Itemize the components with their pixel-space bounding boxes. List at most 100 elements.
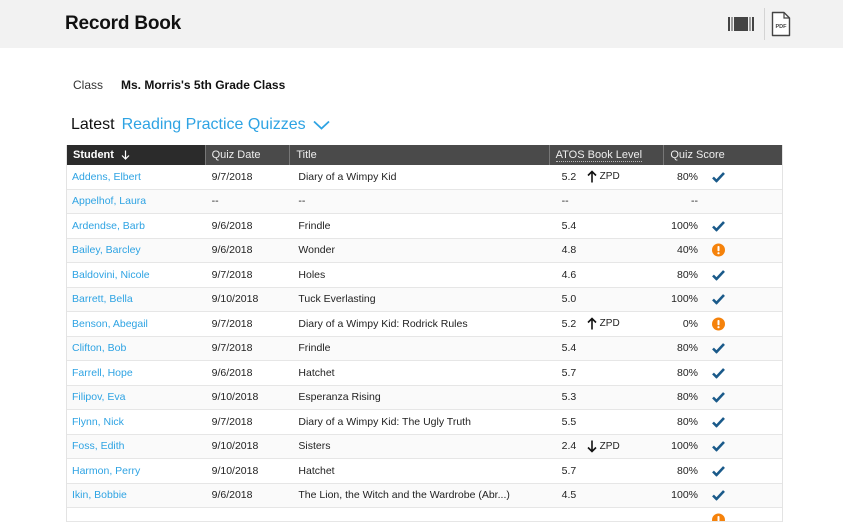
atos-cell: 2.4ZPD xyxy=(550,435,665,459)
student-name-link[interactable]: Baldovini, Nicole xyxy=(67,263,206,287)
book-title: Hatchet xyxy=(290,459,549,483)
quiz-date: 9/10/2018 xyxy=(206,435,291,459)
quiz-score: 80% xyxy=(677,367,698,379)
atos-level: 5.4 xyxy=(562,342,577,354)
atos-cell: 5.0 xyxy=(550,288,665,312)
header-divider xyxy=(764,8,765,40)
pdf-export-button[interactable]: PDF xyxy=(768,9,794,39)
atos-level: 5.4 xyxy=(562,220,577,232)
student-name-link[interactable]: Clifton, Bob xyxy=(67,337,206,361)
status-alert[interactable] xyxy=(712,244,725,257)
status-passed xyxy=(712,416,725,427)
student-name-link[interactable]: Ardendse, Barb xyxy=(67,214,206,238)
atos-level: 5.2 xyxy=(562,318,577,330)
student-name-link[interactable]: Farrell, Hope xyxy=(67,361,206,385)
zpd-label: ZPD xyxy=(600,171,620,182)
table-row: Flynn, Nick9/7/2018Diary of a Wimpy Kid:… xyxy=(67,410,782,435)
book-title: Sisters xyxy=(290,435,549,459)
table-row: Barrett, Bella9/10/2018Tuck Everlasting5… xyxy=(67,288,782,313)
zpd-label: ZPD xyxy=(600,318,620,329)
atos-cell: 4.8 xyxy=(550,239,665,263)
column-header-atos-book-level[interactable]: ATOS Book Level xyxy=(550,145,665,165)
check-icon xyxy=(712,171,725,182)
score-cell: 0% xyxy=(664,312,782,336)
book-title: The Lion, the Witch and the Wardrobe (Ab… xyxy=(290,484,549,508)
section-heading: Latest Reading Practice Quizzes xyxy=(71,116,330,134)
status-alert[interactable] xyxy=(712,317,725,330)
quiz-date: -- xyxy=(206,190,291,214)
book-title: Holes xyxy=(290,263,549,287)
check-icon xyxy=(712,465,725,476)
student-name-link[interactable]: Appelhof, Laura xyxy=(67,190,206,214)
book-title: Frindle xyxy=(290,337,549,361)
atos-cell: 4.6 xyxy=(550,263,665,287)
column-header-quiz-date[interactable]: Quiz Date xyxy=(206,145,291,165)
quiz-date: 9/7/2018 xyxy=(206,263,291,287)
atos-level: 5.7 xyxy=(562,367,577,379)
student-name-link[interactable]: Filipov, Eva xyxy=(67,386,206,410)
section-prefix: Latest xyxy=(71,116,115,134)
column-header-title[interactable]: Title xyxy=(290,145,549,165)
quiz-date: 9/7/2018 xyxy=(206,165,291,189)
table-row: Baldovini, Nicole9/7/2018Holes4.6 80% xyxy=(67,263,782,288)
student-name-link[interactable]: Addens, Elbert xyxy=(67,165,206,189)
student-name-link[interactable]: Flynn, Nick xyxy=(67,410,206,434)
status-passed xyxy=(712,294,725,305)
score-cell: 80% xyxy=(664,263,782,287)
zpd-indicator: ZPD xyxy=(587,317,620,330)
score-cell: 80% xyxy=(664,361,782,385)
alert-icon xyxy=(712,514,725,522)
quiz-type-selector[interactable]: Reading Practice Quizzes xyxy=(122,116,330,134)
score-cell: 100% xyxy=(664,435,782,459)
class-label: Class xyxy=(73,78,103,92)
book-title: Esperanza Rising xyxy=(290,386,549,410)
quiz-date: 9/7/2018 xyxy=(206,410,291,434)
quiz-score: 80% xyxy=(677,269,698,281)
status-passed xyxy=(712,490,725,501)
score-cell: 80% xyxy=(664,165,782,189)
book-title: Diary of a Wimpy Kid: The Ugly Truth xyxy=(290,410,549,434)
score-cell: 100% xyxy=(664,214,782,238)
class-info: Class Ms. Morris's 5th Grade Class xyxy=(73,78,285,92)
table-body: Addens, Elbert9/7/2018Diary of a Wimpy K… xyxy=(67,165,782,522)
status-passed xyxy=(712,220,725,231)
student-name-link[interactable]: Bailey, Barcley xyxy=(67,239,206,263)
book-title: Diary of a Wimpy Kid: Rodrick Rules xyxy=(290,312,549,336)
status-passed xyxy=(712,441,725,452)
student-name-link[interactable]: Ikin, Bobbie xyxy=(67,484,206,508)
check-icon xyxy=(712,269,725,280)
table-header: Student Quiz Date Title ATOS Book Level … xyxy=(67,145,782,165)
table-row: Farrell, Hope9/6/2018Hatchet5.780% xyxy=(67,361,782,386)
table-row: Foss, Edith9/10/2018Sisters2.4ZPD100% xyxy=(67,435,782,460)
book-title: Hatchet xyxy=(290,361,549,385)
atos-cell: 5.2 ZPD xyxy=(550,312,665,336)
svg-text:PDF: PDF xyxy=(776,24,788,30)
score-cell: 80% xyxy=(664,337,782,361)
student-name-link[interactable]: Foss, Edith xyxy=(67,435,206,459)
student-name-link[interactable]: Benson, Abegail xyxy=(67,312,206,336)
student-name-link[interactable]: Harmon, Perry xyxy=(67,459,206,483)
atos-level: 5.0 xyxy=(562,293,577,305)
check-icon xyxy=(712,392,725,403)
quiz-type-label: Reading Practice Quizzes xyxy=(122,116,306,134)
table-row: Bailey, Barcley9/6/2018Wonder4.840% xyxy=(67,239,782,264)
atos-level: 5.2 xyxy=(562,171,577,183)
barcode-button[interactable] xyxy=(725,9,757,39)
quiz-date: 9/10/2018 xyxy=(206,459,291,483)
status-alert[interactable] xyxy=(712,514,725,522)
quiz-date: 9/10/2018 xyxy=(206,288,291,312)
atos-level: 4.5 xyxy=(562,489,577,501)
arrow-up-icon xyxy=(587,317,597,330)
column-header-quiz-score[interactable]: Quiz Score xyxy=(664,145,782,165)
zpd-indicator: ZPD xyxy=(587,440,620,453)
table-row: Filipov, Eva9/10/2018Esperanza Rising5.3… xyxy=(67,386,782,411)
book-title: Wonder xyxy=(290,239,549,263)
atos-cell: 5.3 xyxy=(550,386,665,410)
column-header-student[interactable]: Student xyxy=(67,145,206,165)
student-name-link[interactable]: Barrett, Bella xyxy=(67,288,206,312)
table-row: Addens, Elbert9/7/2018Diary of a Wimpy K… xyxy=(67,165,782,190)
check-icon xyxy=(712,367,725,378)
quiz-date: 9/7/2018 xyxy=(206,337,291,361)
atos-cell: 4.5 xyxy=(550,484,665,508)
book-title: Frindle xyxy=(290,214,549,238)
